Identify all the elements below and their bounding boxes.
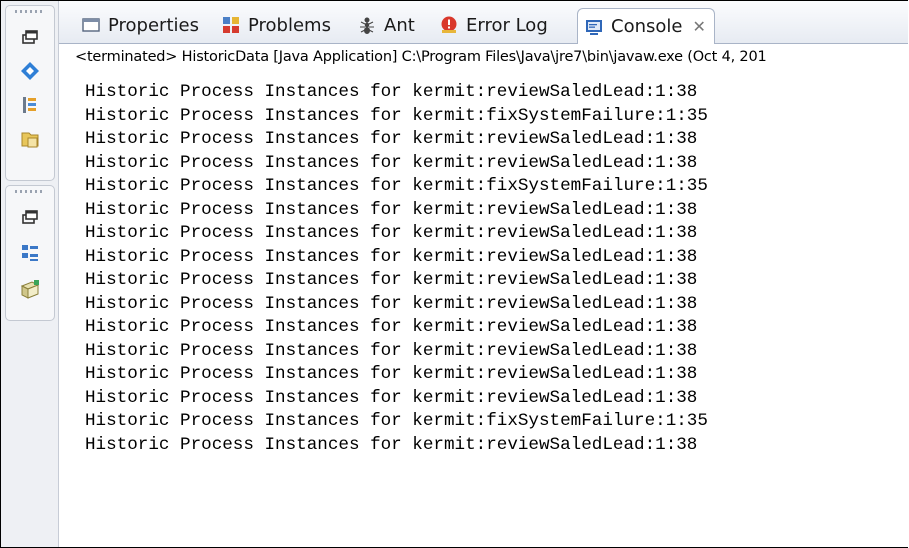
tab-label: Error Log <box>466 14 548 36</box>
close-icon[interactable]: ✕ <box>692 17 705 36</box>
ant-icon <box>357 15 377 35</box>
drag-handle[interactable] <box>15 10 45 13</box>
server-icon[interactable] <box>19 278 41 300</box>
tab-label: Problems <box>248 14 331 36</box>
console-output[interactable]: Historic Process Instances for kermit:re… <box>85 81 908 547</box>
left-trim-rail <box>1 1 59 547</box>
error-log-icon <box>439 15 459 35</box>
tab-label: Ant <box>384 14 415 36</box>
restore-icon[interactable] <box>19 206 41 228</box>
console-line: Historic Process Instances for kermit:re… <box>85 199 698 220</box>
problems-icon <box>221 15 241 35</box>
console-process-status: <terminated> HistoricData [Java Applicat… <box>75 49 767 65</box>
properties-icon <box>81 15 101 35</box>
minimized-stack-top <box>5 5 55 181</box>
console-line: Historic Process Instances for kermit:re… <box>85 246 698 267</box>
java-element-icon[interactable] <box>19 60 41 82</box>
console-line: Historic Process Instances for kermit:re… <box>85 129 698 149</box>
outline-icon[interactable] <box>19 242 41 264</box>
console-icon <box>584 17 604 37</box>
console-line: Historic Process Instances for kermit:re… <box>85 434 698 455</box>
tab-console[interactable]: Console ✕ <box>577 8 715 44</box>
console-line: Historic Process Instances for kermit:re… <box>85 223 698 243</box>
drag-handle[interactable] <box>15 190 45 193</box>
console-line: Historic Process Instances for kermit:re… <box>85 340 698 361</box>
eclipse-view-frame: Properties Problems Ant Error Log Consol… <box>0 0 908 548</box>
console-line: Historic Process Instances for kermit:re… <box>85 317 698 337</box>
tab-problems[interactable]: Problems <box>221 8 331 42</box>
console-line: Historic Process Instances for kermit:re… <box>85 387 698 408</box>
console-line: Historic Process Instances for kermit:re… <box>85 82 698 102</box>
tab-error-log[interactable]: Error Log <box>439 8 548 42</box>
tab-label: Properties <box>108 14 199 36</box>
package-explorer-icon[interactable] <box>19 128 41 150</box>
tab-properties[interactable]: Properties <box>81 8 199 42</box>
console-line: Historic Process Instances for kermit:re… <box>85 270 698 290</box>
view-tab-bar: Properties Problems Ant Error Log Consol… <box>59 1 908 44</box>
console-line: Historic Process Instances for kermit:re… <box>85 293 698 314</box>
console-line: Historic Process Instances for kermit:fi… <box>85 411 708 431</box>
console-line: Historic Process Instances for kermit:fi… <box>85 176 708 196</box>
console-line: Historic Process Instances for kermit:fi… <box>85 105 708 126</box>
restore-icon[interactable] <box>19 26 41 48</box>
hierarchy-icon[interactable] <box>19 94 41 116</box>
console-line: Historic Process Instances for kermit:re… <box>85 364 698 384</box>
minimized-stack-bottom <box>5 185 55 321</box>
console-line: Historic Process Instances for kermit:re… <box>85 152 698 173</box>
tab-label: Console <box>611 16 683 37</box>
tab-ant[interactable]: Ant <box>357 8 415 42</box>
